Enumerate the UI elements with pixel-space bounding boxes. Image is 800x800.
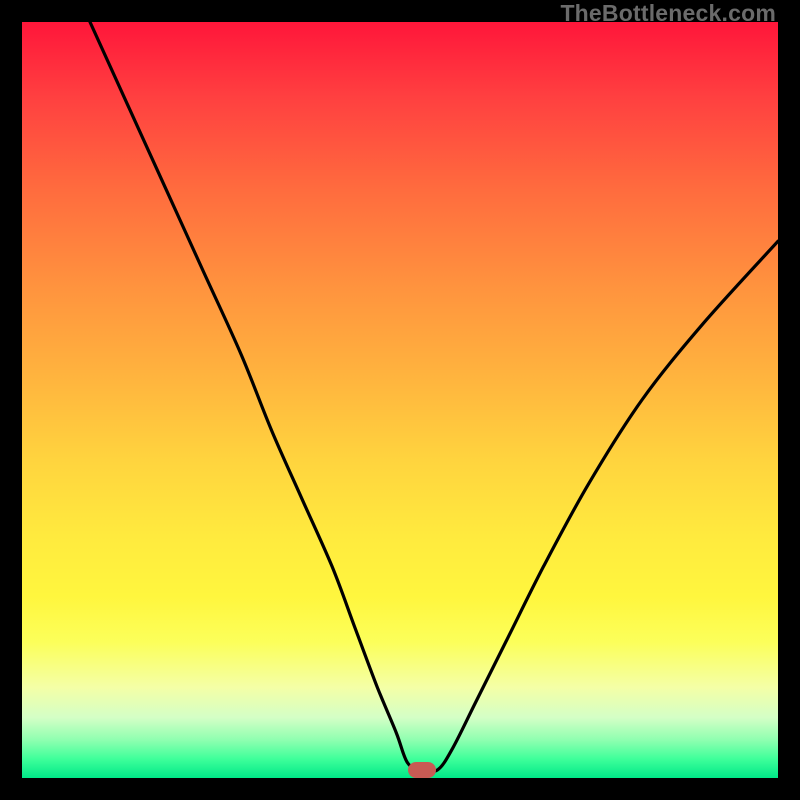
bottleneck-curve xyxy=(22,22,778,778)
watermark-text: TheBottleneck.com xyxy=(560,0,776,27)
optimal-marker xyxy=(408,762,436,778)
